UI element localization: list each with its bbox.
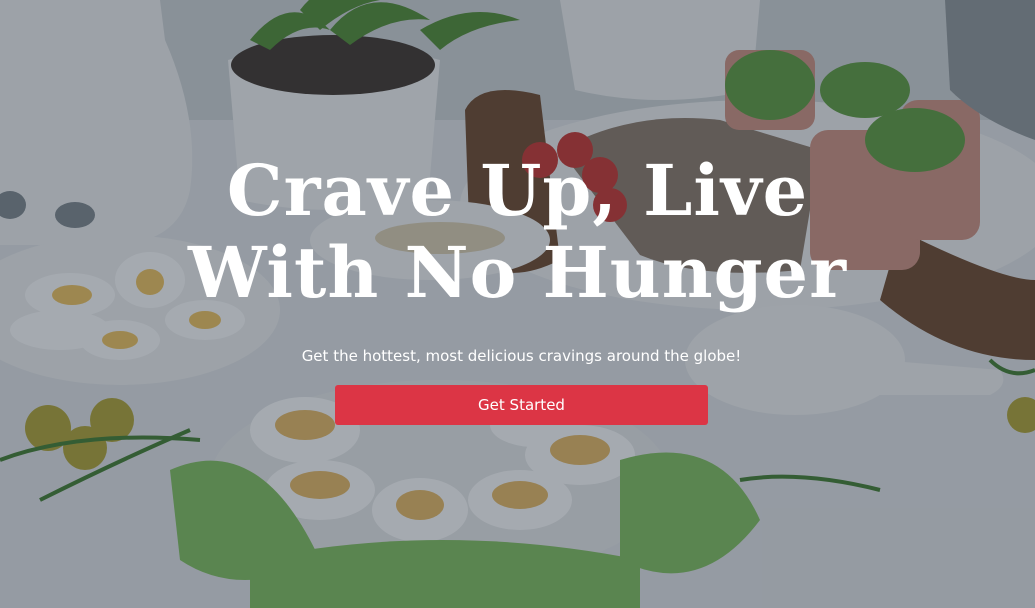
headline-line-1: Crave Up, Live xyxy=(226,149,809,232)
get-started-button[interactable]: Get Started xyxy=(335,385,708,425)
hero-subtitle: Get the hottest, most delicious cravings… xyxy=(301,347,742,365)
hero-section: Crave Up, Live With No Hunger Get the ho… xyxy=(0,0,1035,608)
hero-content: Crave Up, Live With No Hunger Get the ho… xyxy=(0,0,1035,608)
hero-headline: Crave Up, Live With No Hunger xyxy=(0,150,1035,314)
headline-line-2: With No Hunger xyxy=(188,231,847,314)
